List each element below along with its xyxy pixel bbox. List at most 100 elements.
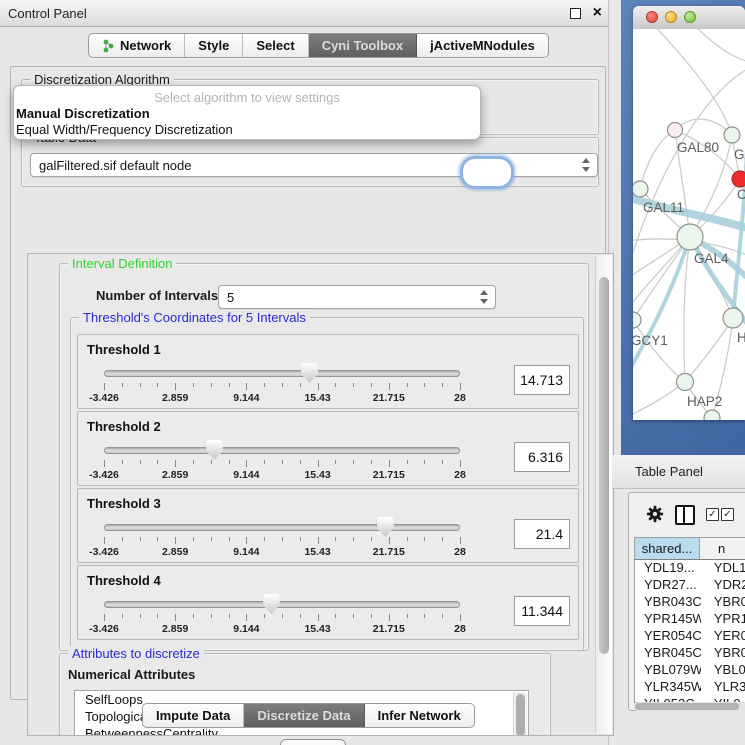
- tab-jactivemnodules[interactable]: jActiveMNodules: [417, 34, 548, 57]
- tab-cyni-toolbox[interactable]: Cyni Toolbox: [309, 34, 417, 57]
- checkbox-icon[interactable]: [706, 508, 719, 521]
- thin-edge[interactable]: [653, 29, 732, 135]
- column-header-2[interactable]: n: [700, 538, 745, 559]
- node-gal4[interactable]: [677, 224, 703, 250]
- thresholds-group: Threshold's Coordinates for 5 Intervals …: [70, 317, 584, 651]
- tab-impute-data[interactable]: Impute Data: [143, 704, 244, 727]
- node-label-ga: GA: [734, 147, 745, 162]
- control-panel-titlebar: Control Panel: [0, 0, 608, 27]
- node-pink[interactable]: [668, 123, 683, 138]
- threshold-value-field[interactable]: [514, 596, 570, 626]
- slider-thumb[interactable]: [263, 594, 280, 614]
- thin-edge[interactable]: [693, 29, 745, 63]
- slider-track[interactable]: [104, 524, 460, 531]
- tick-mark: [211, 460, 212, 464]
- tab-style[interactable]: Style: [185, 34, 243, 57]
- node-right-mid[interactable]: [723, 308, 743, 328]
- tab-discretize-data[interactable]: Discretize Data: [244, 704, 364, 727]
- thin-edge[interactable]: [640, 130, 675, 189]
- table-cell[interactable]: YPR145W: [635, 611, 701, 628]
- scrollbar-thumb[interactable]: [599, 277, 609, 654]
- tab-select[interactable]: Select: [243, 34, 308, 57]
- table-row[interactable]: YBR043CYBR0: [635, 594, 745, 611]
- node-label-gcy1: GCY1: [633, 333, 668, 348]
- node-top-right[interactable]: [724, 127, 740, 143]
- gear-icon[interactable]: [646, 505, 664, 523]
- slider-thumb[interactable]: [377, 517, 394, 537]
- tick-mark: [353, 537, 354, 541]
- table-cell[interactable]: YBL079W: [635, 662, 701, 679]
- vertical-scrollbar[interactable]: [595, 255, 612, 734]
- threshold-slider[interactable]: -3.4262.8599.14415.4321.71528: [104, 438, 460, 482]
- table-row[interactable]: YLR345WYLR3: [635, 679, 745, 696]
- table-row[interactable]: YDL19...YDL1: [635, 560, 745, 577]
- list-scrollbar[interactable]: [513, 692, 527, 736]
- tab-infer-network[interactable]: Infer Network: [365, 704, 474, 727]
- table-cell[interactable]: YLR3: [701, 679, 745, 696]
- table-cell[interactable]: YDL1: [701, 560, 745, 577]
- table-cell[interactable]: YLR345W: [635, 679, 701, 696]
- table-row[interactable]: YER054CYER0: [635, 628, 745, 645]
- thin-edge[interactable]: [685, 318, 733, 382]
- table-cell[interactable]: YDL19...: [635, 560, 701, 577]
- algorithm-combobox-focused[interactable]: [463, 159, 511, 186]
- slider-track[interactable]: [104, 370, 460, 377]
- table-cell[interactable]: YBL0: [701, 662, 745, 679]
- node-gal11[interactable]: [633, 181, 648, 197]
- thin-edge[interactable]: [675, 119, 732, 135]
- column-header-1[interactable]: shared...: [635, 538, 700, 559]
- network-canvas[interactable]: GAL80GACGAL11GAL4GCY1HHAP2: [633, 29, 745, 420]
- apply-button[interactable]: Apply: [280, 739, 346, 745]
- table-cell[interactable]: YBR045C: [635, 645, 701, 662]
- close-button[interactable]: [646, 11, 658, 23]
- float-window-icon[interactable]: [570, 8, 581, 19]
- table-cell[interactable]: YDR2: [701, 577, 745, 594]
- num-intervals-combobox[interactable]: 5: [218, 285, 496, 309]
- close-panel-icon[interactable]: [593, 3, 602, 23]
- scrollbar-thumb[interactable]: [516, 694, 525, 736]
- dropdown-option-equal-width-frequency-discretization[interactable]: Equal Width/Frequency Discretization: [14, 122, 480, 138]
- threshold-value-field[interactable]: [514, 442, 570, 472]
- tick-mark: [140, 460, 141, 464]
- table-row[interactable]: YBL079WYBL0: [635, 662, 745, 679]
- node-attribute-table[interactable]: shared...n YDL19...YDL1YDR27...YDR2YBR04…: [634, 537, 745, 703]
- tick-mark: [193, 537, 194, 541]
- table-row[interactable]: YDR27...YDR2: [635, 577, 745, 594]
- split-columns-icon[interactable]: [675, 505, 695, 525]
- slider-thumb[interactable]: [206, 440, 223, 460]
- thin-edge[interactable]: [684, 237, 690, 382]
- checkbox-icon[interactable]: [721, 508, 734, 521]
- table-row[interactable]: YBR045CYBR0: [635, 645, 745, 662]
- threshold-slider[interactable]: -3.4262.8599.14415.4321.71528: [104, 515, 460, 559]
- dropdown-options: Manual DiscretizationEqual Width/Frequen…: [14, 106, 480, 138]
- threshold-slider[interactable]: -3.4262.8599.14415.4321.71528: [104, 592, 460, 636]
- scrollbar-thumb[interactable]: [635, 703, 739, 710]
- table-cell[interactable]: YBR0: [701, 645, 745, 662]
- table-row[interactable]: YPR145WYPR1: [635, 611, 745, 628]
- slider-track[interactable]: [104, 447, 460, 454]
- dropdown-option-manual-discretization[interactable]: Manual Discretization: [14, 106, 480, 122]
- thin-edge[interactable]: [633, 382, 685, 417]
- table-data-combobox[interactable]: galFiltered.sif default node: [30, 153, 598, 177]
- node-hap2[interactable]: [677, 374, 694, 391]
- table-cell[interactable]: YER054C: [635, 628, 701, 645]
- slider-track[interactable]: [104, 601, 460, 608]
- table-cell[interactable]: YBR043C: [635, 594, 701, 611]
- tick-mark: [229, 460, 230, 464]
- minimize-button[interactable]: [665, 11, 677, 23]
- group-title: Threshold's Coordinates for 5 Intervals: [79, 310, 310, 325]
- table-cell[interactable]: YPR1: [701, 611, 745, 628]
- threshold-value-field[interactable]: [514, 519, 570, 549]
- node-red[interactable]: [732, 171, 745, 187]
- threshold-slider[interactable]: -3.4262.8599.14415.4321.71528: [104, 361, 460, 405]
- threshold-value-field[interactable]: [514, 365, 570, 395]
- table-cell[interactable]: YDR27...: [635, 577, 701, 594]
- tab-network[interactable]: Network: [89, 34, 185, 57]
- node-gcy1[interactable]: [633, 312, 641, 328]
- horizontal-scrollbar[interactable]: [634, 702, 745, 711]
- zoom-button[interactable]: [684, 11, 696, 23]
- slider-thumb[interactable]: [301, 363, 318, 383]
- table-cell[interactable]: YBR0: [701, 594, 745, 611]
- node-bottom[interactable]: [704, 410, 720, 420]
- table-cell[interactable]: YER0: [701, 628, 745, 645]
